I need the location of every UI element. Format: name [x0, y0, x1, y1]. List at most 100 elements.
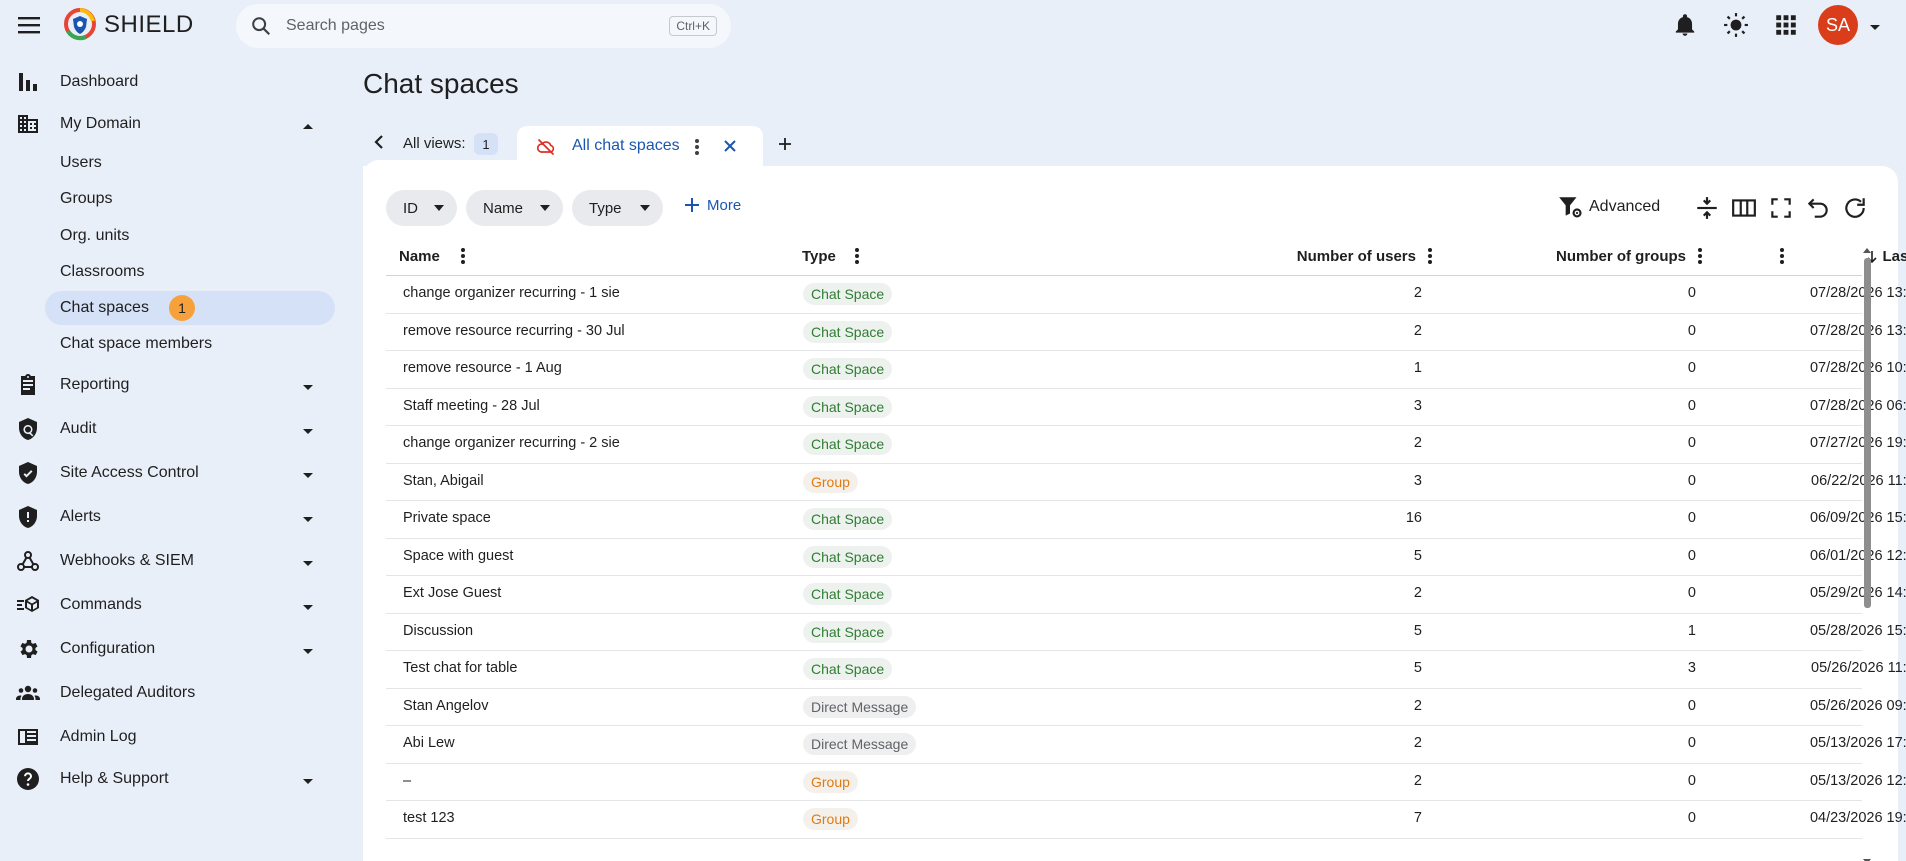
undo-icon[interactable]	[1805, 195, 1831, 221]
column-header-number-of-users[interactable]: Number of users	[1106, 248, 1416, 265]
sidebar-item-configuration[interactable]: Configuration	[0, 631, 340, 667]
menu-icon[interactable]	[15, 12, 43, 38]
cell-number-of-users: 2	[1413, 435, 1422, 451]
advanced-filter-button[interactable]: Advanced	[1557, 194, 1660, 220]
all-views-label: All views:	[403, 135, 466, 152]
sidebar-item-dashboard[interactable]: Dashboard	[0, 64, 340, 100]
cell-number-of-users: 5	[1413, 660, 1422, 676]
filter-chip-type[interactable]: Type	[572, 190, 663, 226]
bell-icon[interactable]	[1672, 12, 1698, 38]
table-row[interactable]: change organizer recurring - 2 sie Chat S…	[386, 426, 1906, 464]
cell-number-of-users: 2	[1413, 697, 1422, 714]
more-filters-button[interactable]: More	[683, 196, 741, 214]
refresh-icon[interactable]	[1842, 195, 1868, 221]
table-row[interactable]: DiscussionChat Space5105/28/2026 15:10:4…	[386, 614, 1906, 651]
sidebar-item-site-access-control[interactable]: Site Access Control	[0, 455, 340, 491]
filter-chip-id[interactable]: ID	[386, 190, 457, 226]
table-row[interactable]: Ext Jose GuestChat Space2005/29/2026 14:…	[386, 576, 1906, 614]
sidebar-item-admin-log[interactable]: Admin Log	[0, 719, 340, 755]
sidebar-item-delegated-auditors[interactable]: Delegated Auditors	[0, 675, 340, 711]
sidebar-item-users[interactable]: Users	[45, 146, 335, 180]
sidebar-item-alerts[interactable]: Alerts	[0, 499, 340, 535]
table-row[interactable]: Private spaceChat Space16006/09/2026 15:…	[386, 501, 1906, 539]
more-vert-icon[interactable]	[693, 137, 701, 162]
more-vert-icon[interactable]	[853, 246, 861, 271]
cell-name: Staff meeting - 28 Jul	[403, 397, 540, 414]
search-bar[interactable]: Ctrl+K	[236, 4, 731, 48]
fullscreen-icon[interactable]	[1768, 195, 1794, 221]
avatar[interactable]: SA	[1818, 5, 1858, 45]
table-row[interactable]: Stan Angelov Direct Message 2 0 05/26/2026 0…	[386, 689, 1906, 726]
sidebar-item-org-units[interactable]: Org. units	[45, 219, 335, 253]
bar-chart-icon	[16, 70, 40, 94]
table-row[interactable]: remove resource - 1 Aug Chat Space 1 0 07/28…	[386, 351, 1906, 389]
type-badge: Chat Space	[803, 583, 893, 605]
shield-search-icon	[16, 417, 40, 441]
table-row[interactable]: Staff meeting - 28 Jul Chat Space 3 0 07/28/…	[386, 389, 1906, 426]
cell-name: Stan, Abigail	[403, 472, 484, 489]
cell-name: remove resource - 1 Aug	[403, 360, 562, 376]
sidebar-item-label: Reporting	[60, 376, 130, 393]
sidebar-item-audit[interactable]: Audit	[0, 411, 340, 447]
table-scrollbar[interactable]	[1861, 246, 1873, 861]
column-header-number-of-groups[interactable]: Number of groups	[1386, 248, 1686, 265]
column-header-type[interactable]: Type	[802, 248, 836, 265]
chevron-left-icon	[374, 135, 383, 149]
views-back-button[interactable]	[372, 133, 386, 151]
more-vert-icon[interactable]	[459, 246, 467, 271]
cell-number-of-users: 16	[1405, 510, 1422, 526]
density-icon[interactable]	[1694, 195, 1720, 221]
tab-all-chat-spaces[interactable]: All chat spaces	[517, 126, 763, 168]
close-icon[interactable]	[721, 137, 739, 160]
scrollbar-thumb[interactable]	[1864, 258, 1871, 608]
cell-name: Space with guest	[403, 547, 514, 564]
table-row[interactable]: change organizer recurring - 1 sie Chat S…	[386, 276, 1906, 314]
sidebar-item-commands[interactable]: Commands	[0, 587, 340, 623]
table-row[interactable]: Stan, AbigailGroup3006/22/2026 11:53:43	[386, 464, 1906, 501]
filter-chip-label: ID	[403, 199, 418, 217]
chevron-down-icon	[301, 380, 315, 398]
sidebar-item-label: Chat space members	[60, 335, 213, 352]
sidebar-item-reporting[interactable]: Reporting	[0, 367, 340, 403]
help-icon	[16, 767, 40, 791]
building-icon	[16, 112, 40, 136]
sidebar-item-classrooms[interactable]: Classrooms	[45, 255, 335, 289]
table-row[interactable]: Space with guest Chat Space 5 0 06/01/2026 1…	[386, 539, 1906, 576]
chevron-down-icon	[301, 424, 315, 442]
chevron-up-icon	[301, 119, 315, 137]
cloud-off-icon	[535, 137, 557, 162]
table-row[interactable]: remove resource recurring - 30 Jul Chat S…	[386, 314, 1906, 351]
add-tab-button[interactable]	[775, 134, 795, 159]
apps-grid-icon[interactable]	[1773, 12, 1799, 38]
table-row[interactable]: test 123Group7004/23/2026 19:38:35	[386, 801, 1906, 839]
page-title: Chat spaces	[363, 68, 519, 99]
sidebar-item-help-support[interactable]: Help & Support	[0, 761, 340, 797]
sidebar-item-chat-spaces[interactable]: Chat spaces 1	[45, 291, 335, 325]
table-row[interactable]: Abi LewDirect Message2005/13/2026 17:47:…	[386, 726, 1906, 764]
filter-chip-name[interactable]: Name	[466, 190, 563, 226]
shield-logo-icon	[64, 8, 96, 41]
column-header-name[interactable]: Name	[399, 248, 440, 265]
more-vert-icon[interactable]	[1778, 246, 1786, 271]
gear-icon	[16, 637, 40, 661]
caret-down-icon	[434, 205, 444, 211]
sidebar-item-chat-space-members[interactable]: Chat space members	[45, 327, 335, 361]
chevron-down-icon[interactable]	[1868, 20, 1882, 38]
sidebar-item-my-domain[interactable]: My Domain	[0, 106, 340, 142]
column-header-label: Type	[802, 248, 836, 265]
avatar-initials: SA	[1825, 14, 1850, 35]
sidebar-item-webhooks-siem[interactable]: Webhooks & SIEM	[0, 543, 340, 579]
sidebar-item-groups[interactable]: Groups	[45, 182, 335, 216]
table-header: Name Type Number of users Number of grou…	[386, 236, 1906, 276]
search-input[interactable]	[286, 14, 626, 38]
column-header-label: Last active	[1882, 248, 1906, 265]
table-row[interactable]: –Group2005/13/2026 12:20:42	[386, 764, 1906, 801]
type-badge: Chat Space	[803, 433, 893, 455]
table-row[interactable]: Test chat for table Chat Space 5 3 05/26/202…	[386, 651, 1906, 689]
search-shortcut-hint: Ctrl+K	[669, 16, 717, 36]
search-icon	[250, 15, 272, 42]
brightness-icon[interactable]	[1723, 12, 1749, 38]
app-logo[interactable]: SHIELD	[62, 8, 194, 42]
sidebar-item-label: Classrooms	[60, 263, 145, 280]
columns-icon[interactable]	[1731, 195, 1757, 221]
